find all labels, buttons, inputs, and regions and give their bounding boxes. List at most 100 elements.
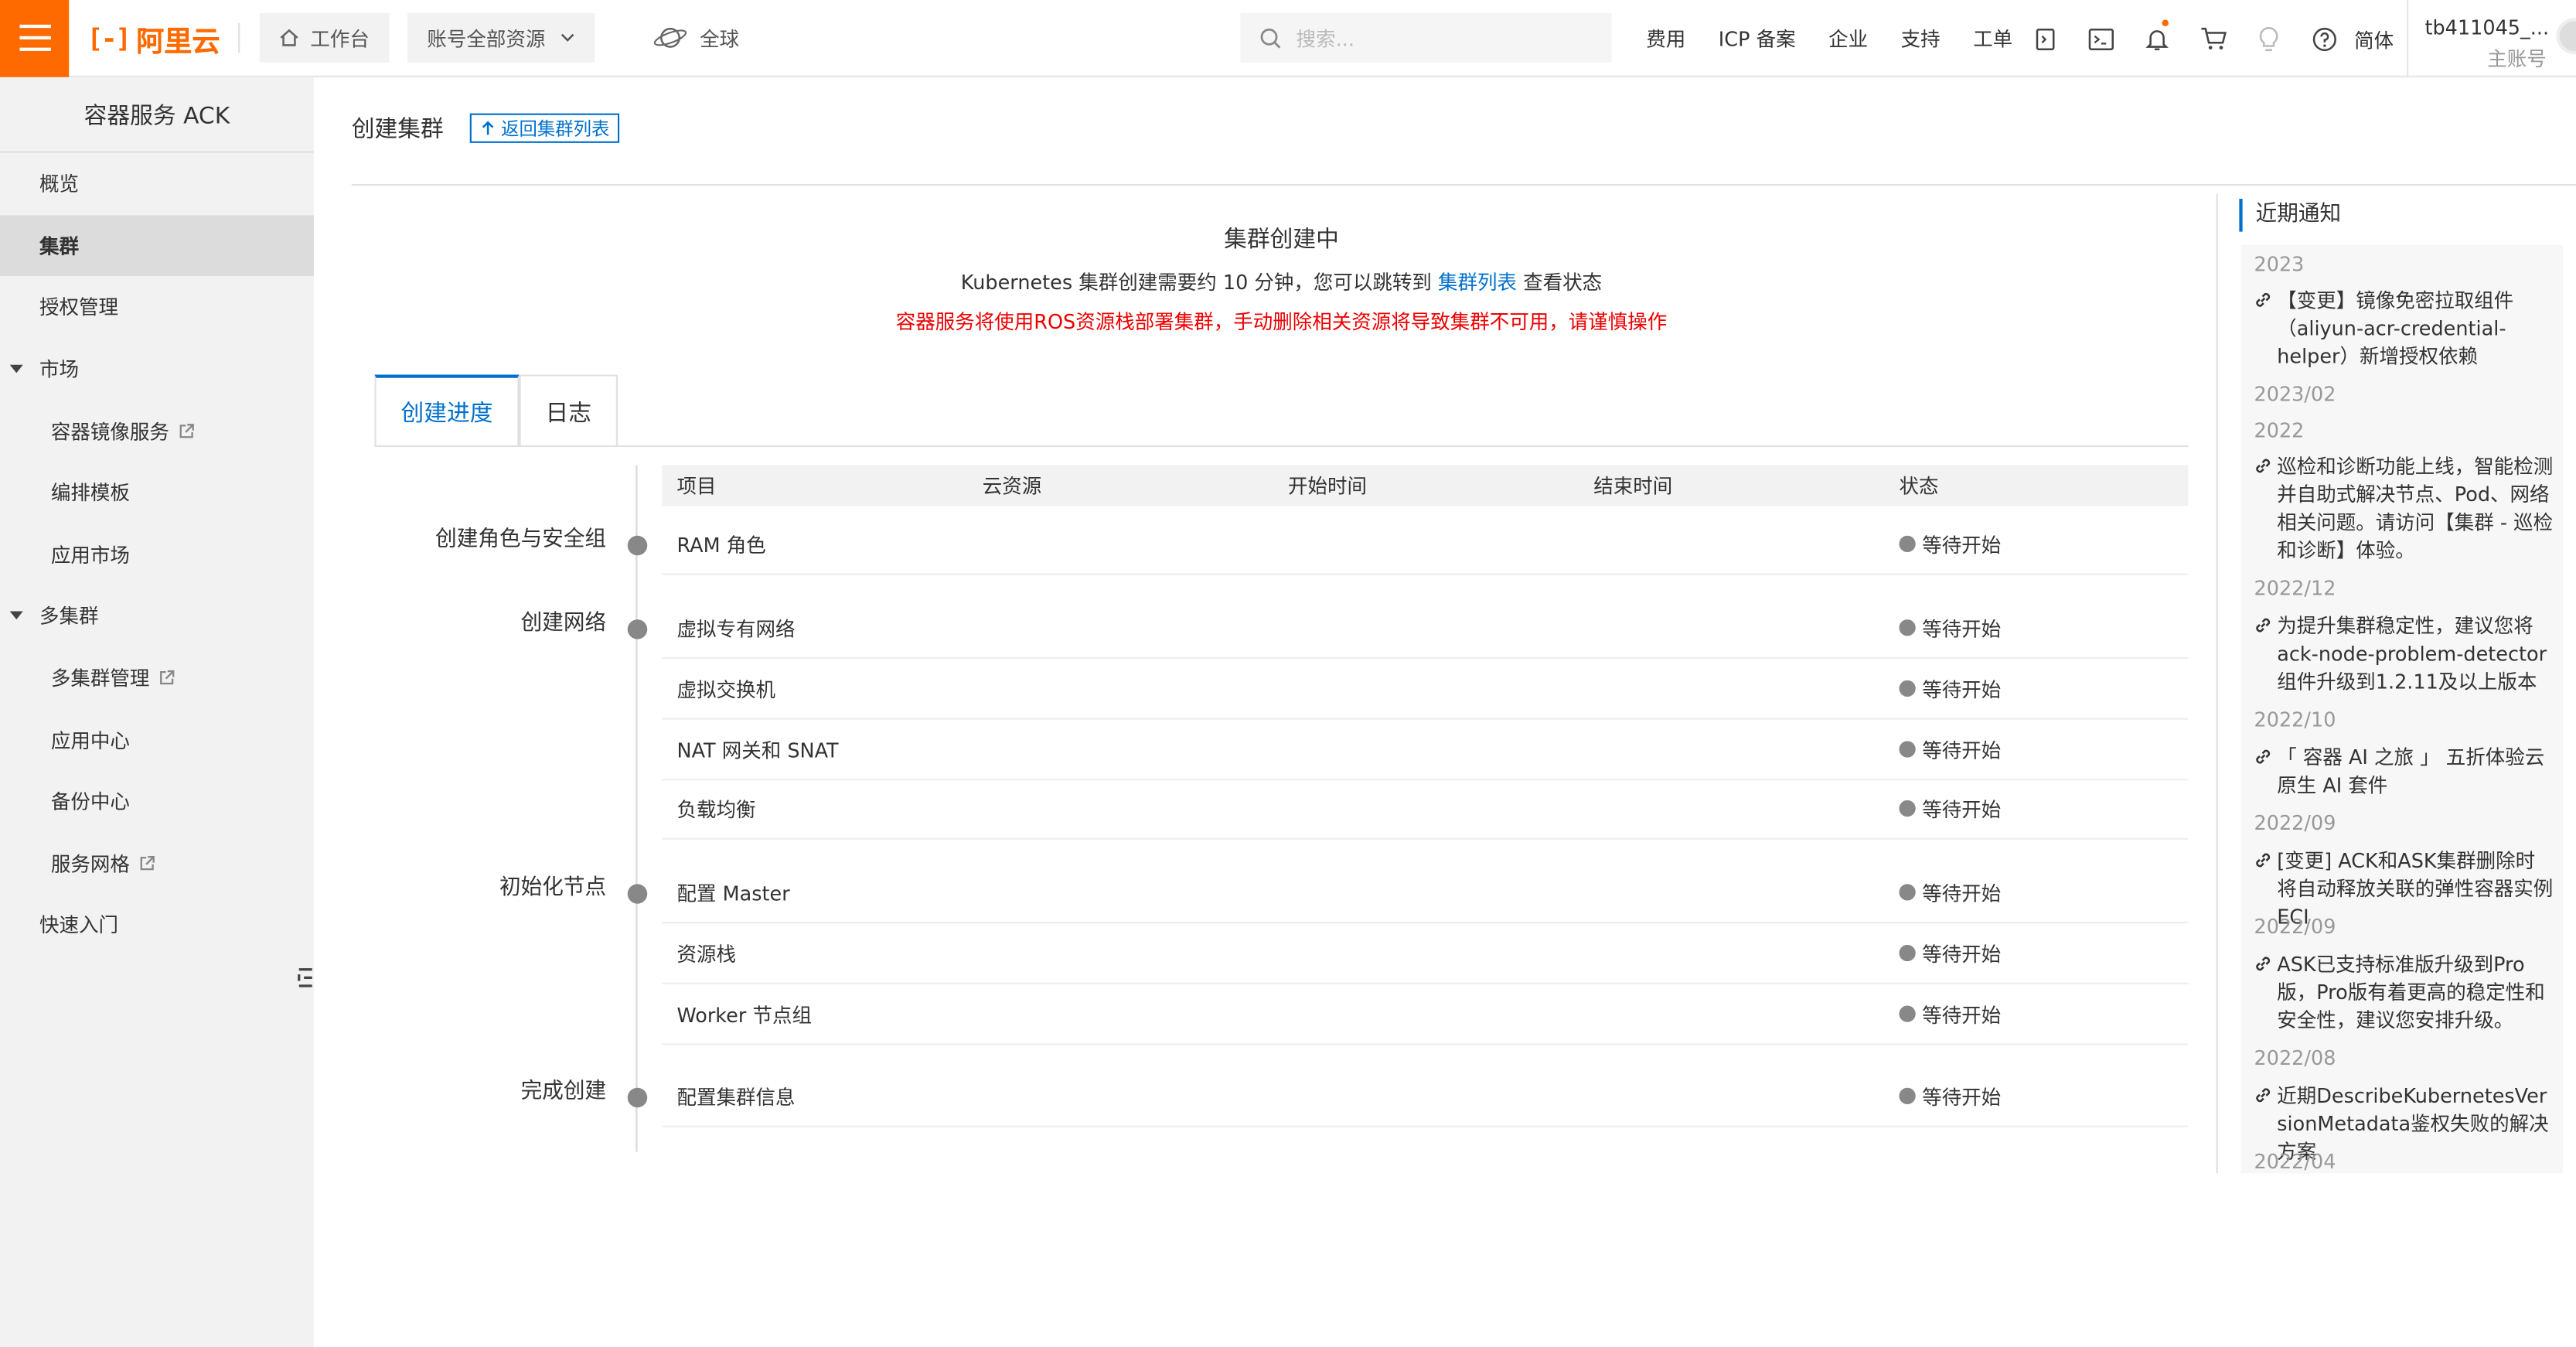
timeline-line (635, 465, 638, 1152)
phase-label: 初始化节点 (499, 875, 607, 901)
notice-item[interactable]: 「 容器 AI 之旅 」 五折体验云原生 AI 套件 (2254, 745, 2554, 800)
sidebar-item-label: 应用中心 (50, 728, 130, 752)
status-text: 等待开始 (1922, 1003, 2002, 1027)
aliyun-logo[interactable]: [-] 阿里云 (87, 17, 220, 59)
sidebar-item-app-market[interactable]: 应用市场 (0, 523, 314, 585)
tab-progress[interactable]: 创建进度 (374, 374, 520, 447)
top-icons (2018, 0, 2353, 77)
timeline-dot (627, 535, 648, 556)
nav-enterprise[interactable]: 企业 (1828, 25, 1868, 53)
table-row: RAM 角色 等待开始 (662, 514, 2189, 575)
table-row: Worker 节点组 等待开始 (662, 984, 2189, 1045)
tab-bar: 创建进度 日志 (374, 374, 618, 447)
sidebar-item-service-mesh[interactable]: 服务网格 (0, 832, 314, 894)
sidebar-item-label: 授权管理 (39, 296, 119, 320)
row-status: 等待开始 (1899, 674, 2001, 702)
tab-logs[interactable]: 日志 (519, 374, 618, 447)
status-desc-text: 查看状态 (1517, 271, 1603, 295)
row-status: 等待开始 (1899, 939, 2001, 967)
notice-item[interactable]: 巡检和诊断功能上线，智能检测并自助式解决节点、Pod、网络相关问题。请访问【集群… (2254, 454, 2554, 566)
link-icon (2256, 749, 2271, 764)
page-header: 创建集群 返回集群列表 (351, 112, 620, 145)
workbench-label: 工作台 (310, 27, 370, 50)
external-link-icon (179, 423, 194, 438)
aliyun-logo-icon: [-] (87, 22, 131, 54)
row-status: 等待开始 (1899, 1082, 2001, 1110)
notice-text: 巡检和诊断功能上线，智能检测并自助式解决节点、Pod、网络相关问题。请访问【集群… (2277, 455, 2554, 562)
menu-button[interactable] (0, 0, 70, 77)
nav-ticket[interactable]: 工单 (1973, 25, 2012, 53)
sidebar-item-backup-center[interactable]: 备份中心 (0, 770, 314, 832)
sidebar-item-label: 市场 (39, 358, 80, 382)
row-item: 虚拟专有网络 (676, 616, 796, 640)
status-dot (1899, 535, 1916, 552)
table-row: 资源栈 等待开始 (662, 923, 2189, 984)
region-selector[interactable]: 全球 (652, 24, 739, 52)
cloud-shell-icon[interactable] (2018, 26, 2073, 52)
sidebar-group-multicluster[interactable]: 多集群 (0, 585, 314, 647)
row-item: 资源栈 (676, 942, 737, 966)
terminal-icon[interactable] (2073, 27, 2129, 50)
column-header: 结束时间 (1593, 475, 1673, 498)
nav-support[interactable]: 支持 (1901, 25, 1941, 53)
notice-date: 2022/12 (2254, 576, 2336, 600)
external-link-icon (160, 670, 175, 685)
link-icon (2256, 292, 2271, 307)
row-item: 负载均衡 (676, 797, 756, 821)
help-icon[interactable] (2297, 26, 2353, 52)
bell-icon[interactable] (2129, 19, 2185, 52)
sidebar-group-market[interactable]: 市场 (0, 338, 314, 400)
notice-date: 2022/09 (2254, 915, 2336, 939)
link-icon (2256, 459, 2271, 473)
tab-divider (374, 445, 2189, 447)
notice-item[interactable]: 【变更】镜像免密拉取组件（aliyun-acr-credential-helpe… (2254, 288, 2554, 371)
notice-item[interactable]: 为提升集群稳定性，建议您将ack-node-problem-detector组件… (2254, 613, 2554, 697)
chevron-down-icon (561, 33, 574, 42)
row-item: 虚拟交换机 (676, 677, 776, 701)
sidebar-item-label: 备份中心 (50, 790, 130, 814)
notice-item[interactable]: ASK已支持标准版升级到Pro版，Pro版有着更高的稳定性和安全性，建议您安排升… (2254, 951, 2554, 1035)
page-title: 创建集群 (351, 116, 444, 143)
top-bar: [-] 阿里云 工作台 账号全部资源 全球 搜索... 费用 ICP 备案 企业… (0, 0, 2576, 77)
table-row: 虚拟交换机 等待开始 (662, 659, 2189, 720)
sidebar-item-overview[interactable]: 概览 (0, 153, 314, 215)
nav-billing[interactable]: 费用 (1646, 25, 1685, 53)
sidebar-item-templates[interactable]: 编排模板 (0, 462, 314, 523)
status-dot (1899, 1087, 1916, 1104)
notice-panel: 近期通知 2023 【变更】镜像免密拉取组件（aliyun-acr-creden… (2216, 193, 2576, 1174)
workbench-button[interactable]: 工作台 (259, 13, 390, 63)
logo-text: 阿里云 (136, 25, 220, 59)
notice-date: 2022/09 (2254, 811, 2336, 835)
cluster-list-link[interactable]: 集群列表 (1438, 271, 1517, 295)
notice-date: 2023 (2254, 253, 2305, 276)
region-label: 全球 (700, 27, 740, 50)
search-input[interactable]: 搜索... (1297, 24, 1354, 52)
sidebar-item-clusters[interactable]: 集群 (0, 214, 314, 277)
sidebar-item-app-center[interactable]: 应用中心 (0, 709, 314, 771)
notice-date: 2022/04 (2254, 1150, 2336, 1174)
sidebar-item-multicluster-management[interactable]: 多集群管理 (0, 647, 314, 709)
collapse-sidebar-icon[interactable] (298, 967, 314, 990)
sidebar-item-label: 快速入门 (39, 914, 119, 938)
sidebar-item-authorization[interactable]: 授权管理 (0, 276, 314, 338)
user-menu[interactable]: tb411045_... 主账号 (2407, 0, 2576, 77)
sidebar-item-label: 多集群 (39, 605, 99, 629)
resource-selector[interactable]: 账号全部资源 (407, 13, 595, 63)
sidebar-item-container-registry[interactable]: 容器镜像服务 (0, 400, 314, 462)
status-dot (1899, 619, 1916, 636)
timeline-dot (627, 884, 648, 904)
search-box[interactable]: 搜索... (1240, 13, 1612, 63)
sidebar-item-quickstart[interactable]: 快速入门 (0, 894, 314, 956)
link-icon (2256, 1088, 2271, 1103)
language-switch[interactable]: 简体 (2354, 26, 2394, 54)
row-item: 配置集群信息 (676, 1085, 796, 1109)
sidebar-item-label: 服务网格 (50, 852, 130, 876)
cart-icon[interactable] (2185, 26, 2240, 51)
table-row: 虚拟专有网络 等待开始 (662, 598, 2189, 660)
nav-icp[interactable]: ICP 备案 (1719, 25, 1796, 53)
lightbulb-icon[interactable] (2241, 26, 2297, 52)
back-to-cluster-list-button[interactable]: 返回集群列表 (469, 113, 620, 143)
user-role: 主账号 (2487, 47, 2547, 71)
user-name: tb411045_... (2424, 16, 2550, 39)
caret-down-icon (9, 612, 23, 621)
